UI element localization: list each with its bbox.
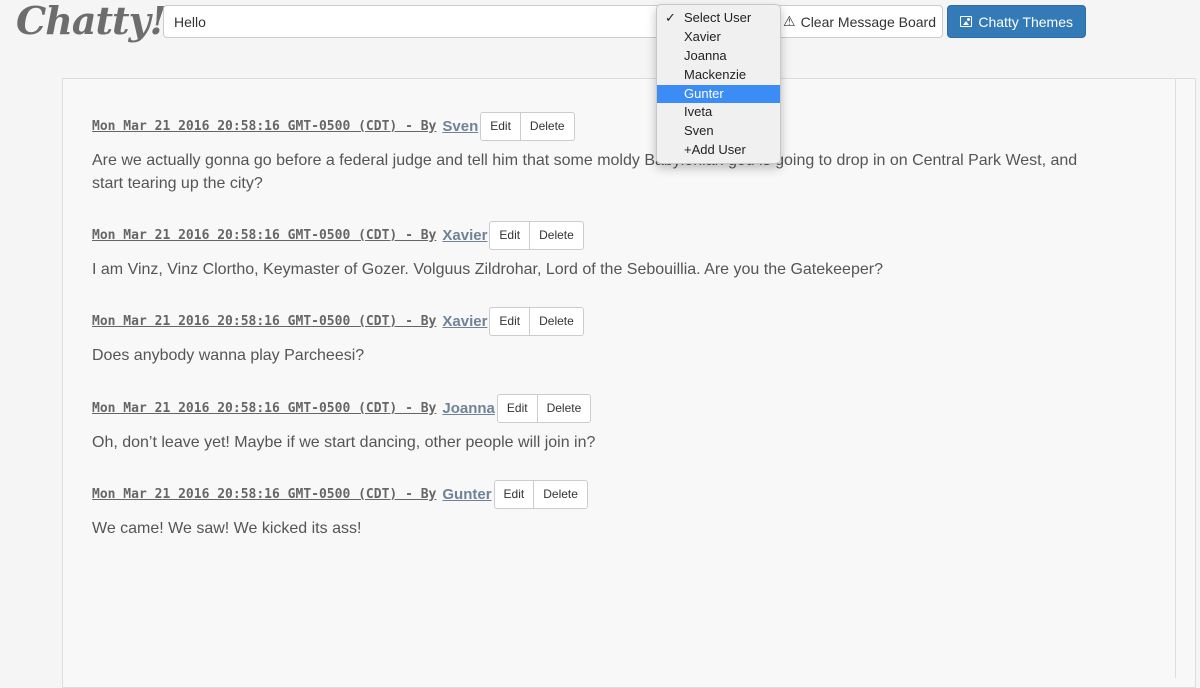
message-actions: Edit Delete — [496, 393, 592, 423]
user-option-label: Select User — [684, 10, 752, 25]
user-option[interactable]: Gunter — [657, 84, 780, 104]
check-icon: ✓ — [665, 10, 676, 25]
top-bar: Chatty! ⚠ Clear Message Board Chatty The… — [0, 0, 1200, 60]
clear-button-label: Clear Message Board — [800, 13, 936, 30]
user-option-label: Sven — [684, 123, 714, 139]
app-logo[interactable]: Chatty! — [16, 0, 166, 43]
message-item: Mon Mar 21 2016 20:58:16 GMT-0500 (CDT) … — [92, 306, 1102, 367]
user-option[interactable]: Joanna — [657, 47, 780, 66]
delete-button[interactable]: Delete — [530, 220, 584, 250]
edit-button[interactable]: Edit — [489, 306, 531, 336]
message-author[interactable]: Xavier — [442, 227, 487, 244]
user-option[interactable]: Xavier — [657, 28, 780, 47]
user-option-label: +Add User — [684, 142, 746, 158]
themes-button-label: Chatty Themes — [978, 13, 1073, 30]
message-author[interactable]: Sven — [442, 118, 478, 135]
user-option[interactable]: Iveta — [657, 103, 780, 122]
message-actions: Edit Delete — [480, 111, 575, 141]
user-option[interactable]: Mackenzie — [657, 66, 780, 85]
delete-button[interactable]: Delete — [520, 111, 575, 141]
edit-button[interactable]: Edit — [496, 393, 538, 423]
message-actions: Edit Delete — [493, 479, 588, 509]
edit-button[interactable]: Edit — [489, 220, 531, 250]
message-input[interactable] — [163, 5, 668, 38]
edit-button[interactable]: Edit — [493, 479, 535, 509]
message-actions: Edit Delete — [489, 306, 584, 336]
user-option-label: Iveta — [684, 104, 713, 120]
edit-button[interactable]: Edit — [480, 111, 521, 141]
message-author[interactable]: Xavier — [442, 313, 487, 330]
message-author[interactable]: Joanna — [442, 400, 495, 417]
delete-button[interactable]: Delete — [537, 393, 592, 423]
message-actions: Edit Delete — [489, 220, 584, 250]
message-timestamp: Mon Mar 21 2016 20:58:16 GMT-0500 (CDT) … — [92, 486, 437, 502]
delete-button[interactable]: Delete — [530, 306, 584, 336]
user-option[interactable]: Sven — [657, 122, 780, 141]
message-item: Mon Mar 21 2016 20:58:16 GMT-0500 (CDT) … — [92, 111, 1102, 195]
message-author[interactable]: Gunter — [442, 486, 491, 503]
message-text: Does anybody wanna play Parcheesi? — [92, 347, 365, 364]
message-item: Mon Mar 21 2016 20:58:16 GMT-0500 (CDT) … — [92, 220, 1102, 281]
message-timestamp: Mon Mar 21 2016 20:58:16 GMT-0500 (CDT) … — [92, 118, 437, 134]
user-option-label: Joanna — [684, 47, 727, 63]
chatty-themes-button[interactable]: Chatty Themes — [947, 5, 1086, 38]
user-option-label: Gunter — [684, 85, 724, 101]
user-option[interactable]: +Add User — [657, 141, 780, 160]
warning-icon: ⚠ — [783, 13, 796, 29]
user-option[interactable]: ✓ Select User — [657, 9, 780, 28]
user-option-label: Mackenzie — [684, 66, 747, 82]
message-text: Are we actually gonna go before a federa… — [92, 152, 1078, 192]
board-divider — [1175, 78, 1176, 678]
message-text: I am Vinz, Vinz Clortho, Keymaster of Go… — [92, 261, 883, 278]
image-icon — [960, 16, 973, 27]
user-dropdown-menu[interactable]: ✓ Select User Xavier Joanna Mackenzie Gunter I… — [656, 4, 781, 164]
message-timestamp: Mon Mar 21 2016 20:58:16 GMT-0500 (CDT) … — [92, 227, 437, 243]
clear-message-board-button[interactable]: ⚠ Clear Message Board — [776, 5, 943, 38]
message-item: Mon Mar 21 2016 20:58:16 GMT-0500 (CDT) … — [92, 479, 1102, 540]
message-text: Oh, don’t leave yet! Maybe if we start d… — [92, 434, 596, 451]
message-item: Mon Mar 21 2016 20:58:16 GMT-0500 (CDT) … — [92, 393, 1102, 454]
message-timestamp: Mon Mar 21 2016 20:58:16 GMT-0500 (CDT) … — [92, 313, 437, 329]
message-text: We came! We saw! We kicked its ass! — [92, 520, 362, 537]
message-timestamp: Mon Mar 21 2016 20:58:16 GMT-0500 (CDT) … — [92, 400, 437, 416]
delete-button[interactable]: Delete — [534, 479, 588, 509]
user-option-label: Xavier — [684, 28, 721, 44]
